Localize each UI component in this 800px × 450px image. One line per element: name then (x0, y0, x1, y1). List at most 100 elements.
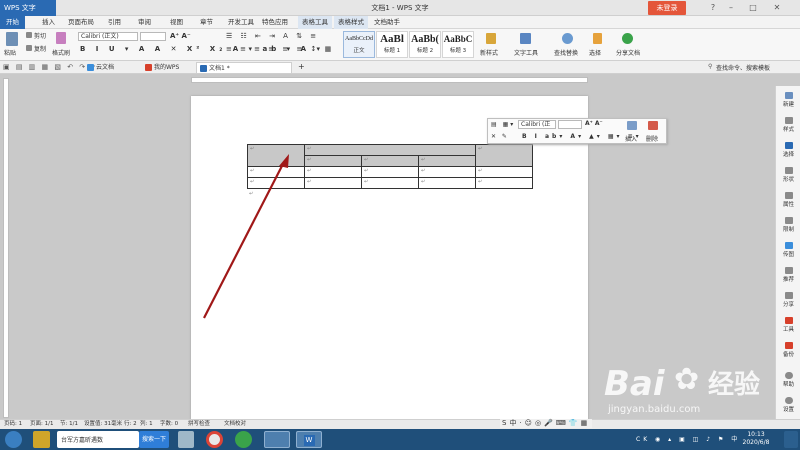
chrome-icon[interactable] (206, 431, 223, 448)
tab-insert[interactable]: 插入 (42, 16, 55, 29)
find-replace-button[interactable]: 查找替换 (554, 48, 578, 57)
text-tools-icon[interactable] (520, 33, 531, 44)
insert-icon[interactable] (627, 121, 637, 130)
command-search[interactable]: 查找命令、搜索模板 (716, 63, 770, 72)
tab-page-layout[interactable]: 页面布局 (68, 16, 94, 29)
table-cell[interactable]: ↵ (475, 144, 533, 167)
help-icon[interactable]: ? (706, 0, 720, 16)
font-name-select[interactable]: Calibri (正文) (78, 32, 138, 41)
copy-icon[interactable] (26, 45, 32, 51)
add-tab-button[interactable]: + (298, 62, 305, 71)
list-icons[interactable]: ☰ ☷ ⇤ ⇥ A ⇅ ≡ (226, 32, 319, 40)
search-box[interactable]: 台军方嘉昕遇数 (57, 431, 139, 448)
table-cell[interactable]: ↵ (418, 177, 476, 189)
panel-style[interactable]: 样式 (776, 117, 800, 133)
minimize-button[interactable]: – (724, 0, 738, 16)
table-cell[interactable]: ↵ (304, 144, 476, 156)
start-button[interactable] (5, 431, 22, 448)
maximize-button[interactable]: □ (746, 0, 760, 16)
panel-recommend[interactable]: 推荐 (776, 267, 800, 283)
find-replace-icon[interactable] (562, 33, 573, 44)
tab-my-wps[interactable]: 我的WPS (142, 62, 194, 73)
table-cell[interactable]: ↵ (361, 155, 419, 167)
paste-icon[interactable] (6, 32, 18, 46)
close-button[interactable]: ✕ (770, 0, 784, 16)
delete-icon[interactable] (648, 121, 658, 130)
status-spellcheck[interactable]: 拼写检查 (188, 420, 210, 429)
copy-button[interactable]: 复制 (34, 44, 46, 53)
login-button[interactable]: 未登录 (648, 1, 686, 15)
table-cell[interactable]: ↵ (304, 166, 362, 178)
tray-icons[interactable]: CK ◉ ▴ ▣ ◫ ♪ ⚑ 中 (636, 434, 740, 443)
explorer-icon[interactable] (33, 431, 50, 448)
table-cell[interactable]: ↵ (361, 177, 419, 189)
float-row2-icons[interactable]: ✕ ✎ (491, 133, 509, 140)
search-button[interactable]: 搜索一下 (139, 431, 169, 448)
app-icon-1[interactable] (178, 431, 194, 448)
vertical-ruler[interactable] (3, 78, 9, 418)
text-tools-button[interactable]: 文字工具 (514, 48, 538, 57)
select-button[interactable]: 选择 (589, 48, 601, 57)
share-doc-button[interactable]: 分享文档 (616, 48, 640, 57)
browser-icon[interactable] (235, 431, 252, 448)
new-style-button[interactable]: 新样式 (480, 48, 498, 57)
tab-features[interactable]: 特色应用 (262, 16, 288, 29)
float-row1-icons[interactable]: ▤ ▦▾ (491, 121, 515, 128)
style-heading-2[interactable]: AaBb( 标题 2 (409, 31, 441, 58)
folder-icon[interactable] (264, 431, 290, 448)
float-insert-button[interactable]: 插入 (625, 134, 637, 143)
style-heading-1[interactable]: AaBl 标题 1 (376, 31, 408, 58)
table-cell[interactable]: ↵ (418, 166, 476, 178)
clock[interactable]: 10:13 2020/6/8 (741, 431, 771, 447)
tab-table-style[interactable]: 表格样式 (334, 16, 368, 29)
tab-review[interactable]: 审阅 (138, 16, 151, 29)
horizontal-ruler[interactable] (191, 77, 588, 83)
show-desktop-button[interactable] (784, 431, 798, 448)
float-delete-button[interactable]: 删除 (646, 134, 658, 143)
table-cell[interactable]: ↵ (361, 166, 419, 178)
ime-toolbar[interactable]: S中·☺◎🎤⌨👕▦ (500, 419, 593, 428)
format-painter-icon[interactable] (56, 32, 66, 44)
style-normal[interactable]: AaBbCcDd 正文 (343, 31, 375, 58)
panel-upload-image[interactable]: 传图 (776, 242, 800, 258)
table-cell[interactable]: ↵ (418, 155, 476, 167)
float-size-select[interactable] (558, 120, 582, 129)
tab-references[interactable]: 引用 (108, 16, 121, 29)
document-page[interactable]: ↵ ↵ ↵ ↵ ↵ ↵ ↵ ↵ ↵ ↵ ↵ ↵ ↵ ↵ ↵ ↵ ↵ (191, 96, 588, 426)
table-cell[interactable]: ↵ (304, 155, 362, 167)
tab-home[interactable]: 开始 (0, 16, 25, 29)
scissors-icon[interactable] (26, 32, 32, 38)
tab-developer[interactable]: 开发工具 (228, 16, 254, 29)
paragraph-align-icons[interactable]: ≡ ≡ ≡ ≡ ≡ ≡ ↕ ▦ (226, 45, 334, 53)
tab-doc-assistant[interactable]: 文档助手 (374, 16, 400, 29)
format-painter-button[interactable]: 格式刷 (52, 48, 70, 57)
status-proof[interactable]: 文档校对 (224, 420, 246, 429)
grow-font-icon[interactable]: A⁺ A⁻ (170, 32, 191, 40)
tab-chapter[interactable]: 章节 (200, 16, 213, 29)
search-icon[interactable]: ⚲ (708, 63, 712, 70)
tab-table-tools[interactable]: 表格工具 (298, 16, 332, 29)
cut-button[interactable]: 剪切 (34, 31, 46, 40)
quick-access-icons[interactable]: ▣ ▤ ▥ ▦ ▧ ↶ ↷ ▾ (3, 63, 97, 71)
document-table[interactable]: ↵ ↵ ↵ ↵ ↵ ↵ ↵ ↵ ↵ ↵ ↵ ↵ ↵ ↵ ↵ ↵ (247, 144, 533, 189)
share-icon[interactable] (622, 33, 633, 44)
font-size-select[interactable] (140, 32, 166, 41)
panel-backup[interactable]: 备份 (776, 342, 800, 358)
tab-document[interactable]: 文档1 * (196, 62, 292, 73)
tab-cloud-docs[interactable]: 云文档 (84, 62, 140, 73)
panel-shape[interactable]: 形状 (776, 167, 800, 183)
float-format-icons[interactable]: B I ab▾ A▾ ▲▾ ▦▾ ≡▾ (522, 133, 642, 140)
panel-tools[interactable]: 工具 (776, 317, 800, 333)
panel-properties[interactable]: 属性 (776, 192, 800, 208)
panel-share[interactable]: 分享 (776, 292, 800, 308)
table-cell[interactable]: ↵ (247, 177, 305, 189)
float-font-select[interactable]: Calibri (正 (518, 120, 556, 129)
table-cell[interactable]: ↵ (304, 177, 362, 189)
panel-restrict[interactable]: 限制 (776, 217, 800, 233)
panel-new[interactable]: 新建 (776, 92, 800, 108)
style-heading-3[interactable]: AaBbC 标题 3 (442, 31, 474, 58)
paste-button[interactable]: 粘贴 (4, 48, 16, 57)
tab-view[interactable]: 视图 (170, 16, 183, 29)
table-cell[interactable]: ↵ (475, 166, 533, 178)
table-cell[interactable]: ↵ (247, 144, 305, 167)
